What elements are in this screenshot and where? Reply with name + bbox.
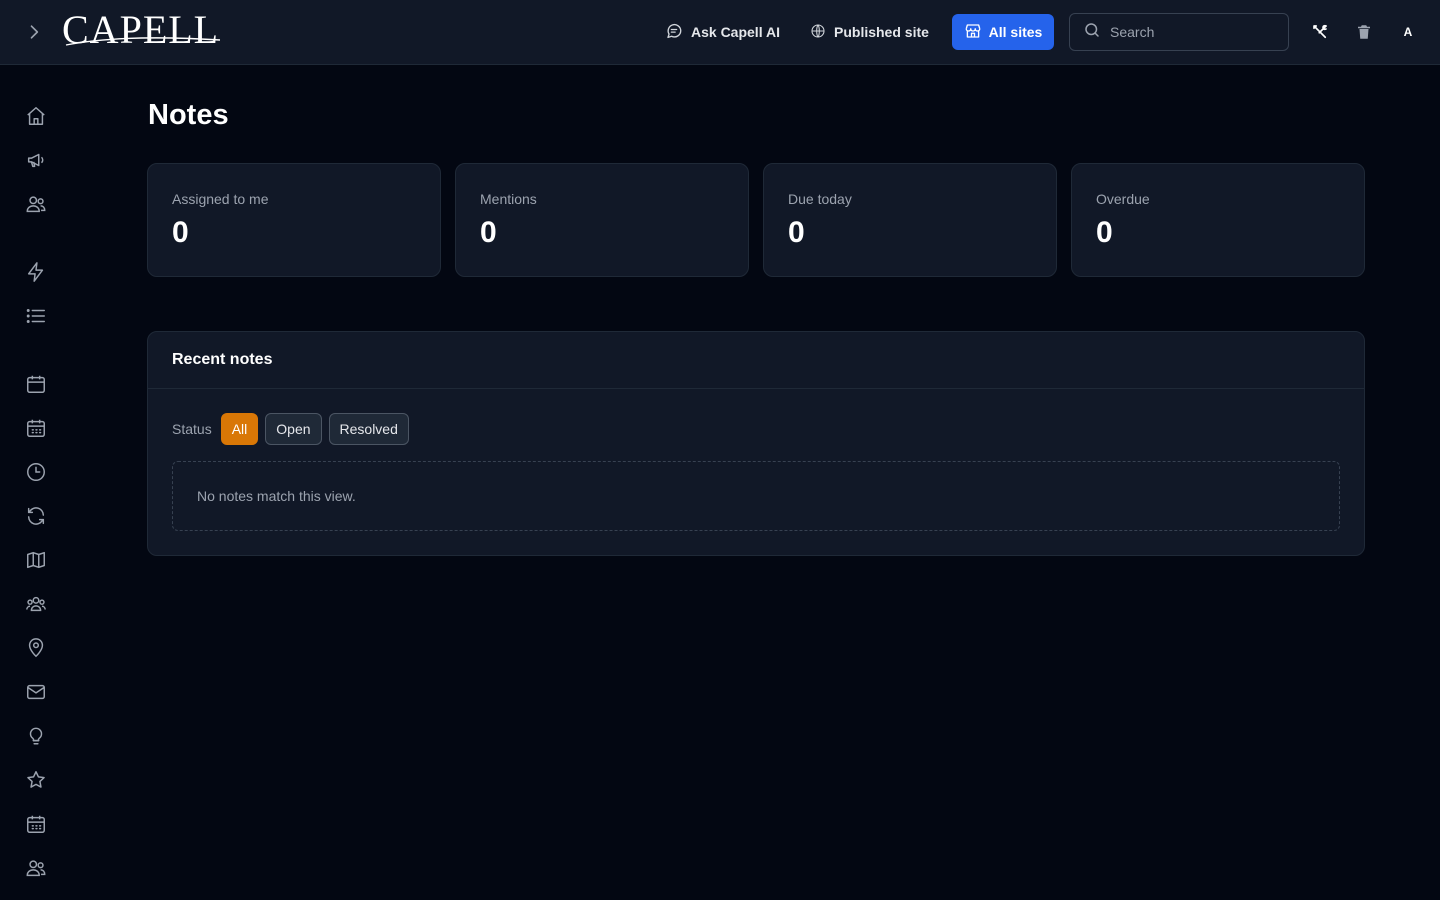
filter-resolved-button[interactable]: Resolved [328,413,409,445]
map-icon[interactable] [24,548,48,572]
recent-notes-title: Recent notes [148,332,1364,389]
globe-icon [810,23,826,42]
filter-all-button[interactable]: All [220,413,259,445]
wrench-screwdriver-icon[interactable] [1308,20,1332,44]
status-label: Status [172,421,212,437]
stat-label: Mentions [480,191,537,207]
calendar-days-icon[interactable] [24,812,48,836]
users-icon[interactable] [24,192,48,216]
clock-icon[interactable] [24,460,48,484]
stat-card-assigned[interactable]: Assigned to me 0 [147,163,441,277]
search-input[interactable] [1110,24,1270,40]
user-group-icon[interactable] [24,592,48,616]
recent-notes-panel: Recent notes Status All Open Resolved No… [147,331,1365,556]
stat-label: Overdue [1096,191,1150,207]
stat-label: Due today [788,191,852,207]
empty-state: No notes match this view. [172,461,1340,531]
page-title: Notes [148,99,229,131]
bolt-icon[interactable] [24,260,48,284]
stat-value: 0 [788,216,805,249]
stat-card-mentions[interactable]: Mentions 0 [455,163,749,277]
published-site-link[interactable]: Published site [810,16,929,48]
chevron-right-icon[interactable] [22,20,46,44]
avatar[interactable]: A [1396,20,1420,44]
search-box[interactable] [1069,13,1289,51]
calendar-days-icon[interactable] [24,416,48,440]
stat-card-due-today[interactable]: Due today 0 [763,163,1057,277]
stat-value: 0 [172,216,189,249]
trash-icon[interactable] [1352,20,1376,44]
lightbulb-icon[interactable] [24,724,48,748]
stat-value: 0 [1096,216,1113,249]
ask-ai-link[interactable]: Ask Capell AI [665,16,780,48]
stat-label: Assigned to me [172,191,269,207]
building-storefront-icon [964,22,982,43]
megaphone-icon[interactable] [24,148,48,172]
top-bar: CAPELL Ask Capell AI Published site All … [0,0,1440,65]
home-icon[interactable] [24,104,48,128]
published-site-label: Published site [834,24,929,40]
filter-open-button[interactable]: Open [265,413,322,445]
list-icon[interactable] [24,304,48,328]
logo-swoosh [65,37,221,46]
all-sites-button[interactable]: All sites [952,14,1054,50]
users-icon[interactable] [24,856,48,880]
star-icon[interactable] [24,768,48,792]
stat-card-overdue[interactable]: Overdue 0 [1071,163,1365,277]
stat-value: 0 [480,216,497,249]
sidebar [0,65,72,900]
ask-ai-label: Ask Capell AI [691,24,780,40]
status-filter: Status All Open Resolved [172,413,409,445]
envelope-icon[interactable] [24,680,48,704]
search-icon [1083,21,1101,44]
chat-bubble-icon [665,22,683,43]
refresh-icon[interactable] [24,504,48,528]
all-sites-label: All sites [988,24,1043,40]
map-pin-icon[interactable] [24,636,48,660]
calendar-icon[interactable] [24,372,48,396]
